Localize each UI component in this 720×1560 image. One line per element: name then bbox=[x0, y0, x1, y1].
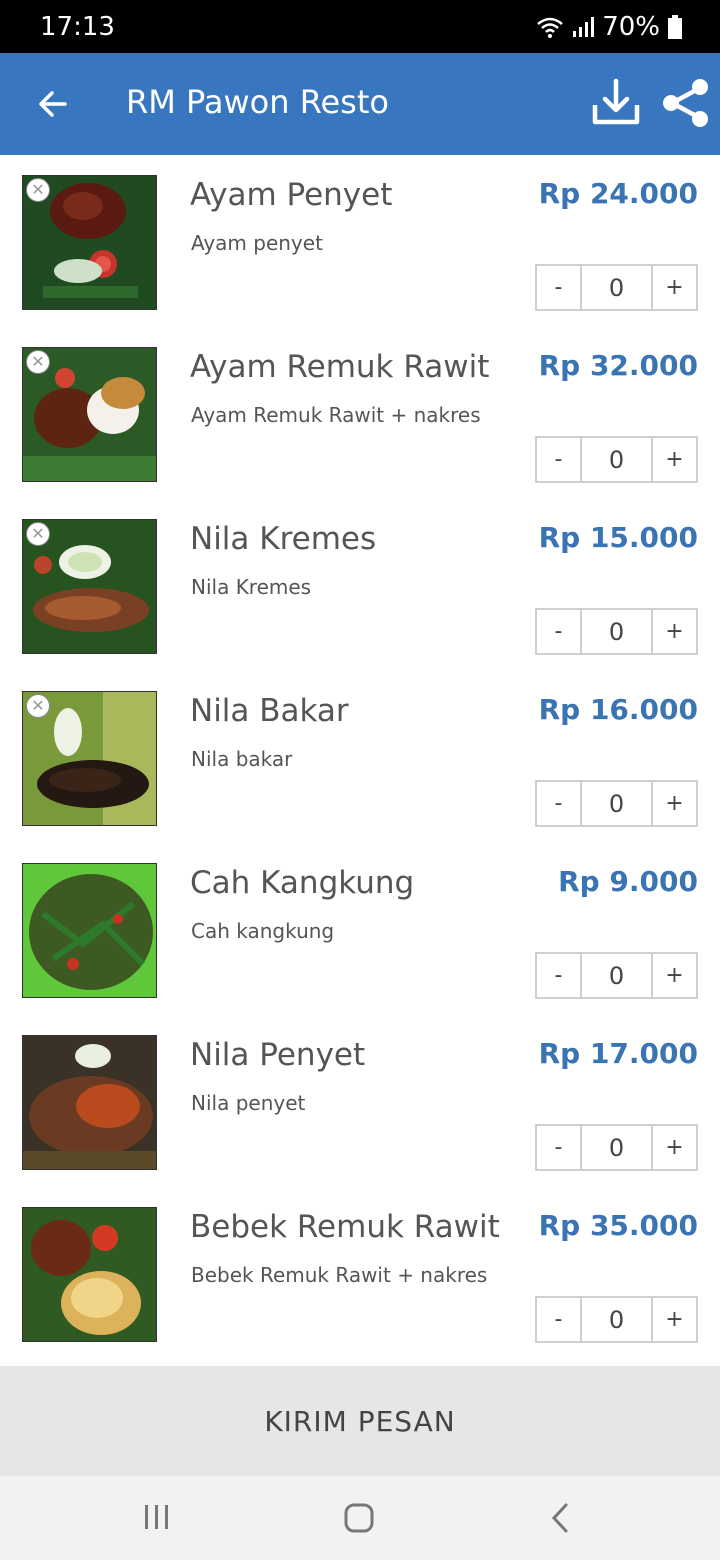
decrement-button[interactable]: - bbox=[535, 608, 582, 655]
home-button[interactable] bbox=[343, 1502, 375, 1538]
quantity-value[interactable]: 0 bbox=[582, 1296, 651, 1343]
item-description: Nila penyet bbox=[191, 1091, 306, 1115]
app-bar: RM Pawon Resto bbox=[0, 53, 720, 155]
quantity-stepper: - 0 + bbox=[535, 780, 698, 827]
item-price: Rp 32.000 bbox=[538, 349, 698, 382]
download-icon bbox=[592, 78, 640, 125]
quantity-value[interactable]: 0 bbox=[582, 1124, 651, 1171]
menu-item: ✕ Nila Bakar Nila bakar Rp 16.000 - 0 + bbox=[0, 671, 720, 843]
quantity-stepper: - 0 + bbox=[535, 1124, 698, 1171]
quantity-stepper: - 0 + bbox=[535, 264, 698, 311]
increment-button[interactable]: + bbox=[651, 1124, 698, 1171]
menu-item: ✕ Ayam Penyet Ayam penyet Rp 24.000 - 0 … bbox=[0, 155, 720, 327]
item-price: Rp 16.000 bbox=[538, 693, 698, 726]
increment-button[interactable]: + bbox=[651, 1296, 698, 1343]
page-title: RM Pawon Resto bbox=[126, 83, 389, 121]
chevron-left-icon bbox=[551, 1503, 568, 1533]
battery-percent: 70% bbox=[602, 12, 660, 42]
share-button[interactable] bbox=[658, 75, 714, 131]
item-description: Cah kangkung bbox=[191, 919, 335, 943]
menu-item: ✕ Ayam Remuk Rawit Ayam Remuk Rawit + na… bbox=[0, 327, 720, 499]
share-icon bbox=[663, 79, 708, 127]
item-name: Bebek Remuk Rawit bbox=[190, 1209, 500, 1245]
item-price: Rp 24.000 bbox=[538, 177, 698, 210]
item-name: Nila Bakar bbox=[190, 693, 349, 729]
quantity-stepper: - 0 + bbox=[535, 608, 698, 655]
system-back-button[interactable] bbox=[548, 1502, 574, 1538]
item-name: Nila Kremes bbox=[190, 521, 377, 557]
decrement-button[interactable]: - bbox=[535, 780, 582, 827]
status-time: 17:13 bbox=[40, 12, 115, 42]
decrement-button[interactable]: - bbox=[535, 264, 582, 311]
increment-button[interactable]: + bbox=[651, 264, 698, 311]
decrement-button[interactable]: - bbox=[535, 1124, 582, 1171]
quantity-value[interactable]: 0 bbox=[582, 436, 651, 483]
item-description: Bebek Remuk Rawit + nakres bbox=[191, 1263, 488, 1287]
food-image bbox=[22, 1207, 157, 1342]
item-description: Ayam penyet bbox=[191, 231, 323, 255]
download-button[interactable] bbox=[588, 75, 644, 131]
close-icon[interactable]: ✕ bbox=[26, 694, 50, 718]
menu-item: Bebek Remuk Rawit Bebek Remuk Rawit + na… bbox=[0, 1187, 720, 1359]
item-price: Rp 15.000 bbox=[538, 521, 698, 554]
signal-icon bbox=[573, 17, 595, 37]
item-description: Nila Kremes bbox=[191, 575, 312, 599]
increment-button[interactable]: + bbox=[651, 608, 698, 655]
item-name: Cah Kangkung bbox=[190, 865, 415, 901]
battery-icon bbox=[668, 15, 682, 39]
item-price: Rp 35.000 bbox=[538, 1209, 698, 1242]
food-image bbox=[22, 1035, 157, 1170]
close-icon[interactable]: ✕ bbox=[26, 522, 50, 546]
menu-item: Cah Kangkung Cah kangkung Rp 9.000 - 0 + bbox=[0, 843, 720, 1015]
recent-apps-button[interactable] bbox=[142, 1502, 172, 1536]
status-indicators: 70% bbox=[536, 12, 682, 42]
item-name: Ayam Remuk Rawit bbox=[190, 349, 490, 385]
close-icon[interactable]: ✕ bbox=[26, 350, 50, 374]
system-nav-bar bbox=[0, 1476, 720, 1560]
wifi-icon bbox=[537, 17, 564, 38]
close-icon[interactable]: ✕ bbox=[26, 178, 50, 202]
status-bar: 17:13 70% bbox=[0, 0, 720, 53]
recent-apps-icon bbox=[145, 1505, 168, 1529]
quantity-value[interactable]: 0 bbox=[582, 264, 651, 311]
menu-item: ✕ Nila Kremes Nila Kremes Rp 15.000 - 0 … bbox=[0, 499, 720, 671]
quantity-value[interactable]: 0 bbox=[582, 780, 651, 827]
arrow-left-icon bbox=[39, 91, 67, 117]
quantity-stepper: - 0 + bbox=[535, 436, 698, 483]
item-price: Rp 17.000 bbox=[538, 1037, 698, 1070]
menu-item: Nila Penyet Nila penyet Rp 17.000 - 0 + bbox=[0, 1015, 720, 1187]
increment-button[interactable]: + bbox=[651, 780, 698, 827]
item-description: Ayam Remuk Rawit + nakres bbox=[191, 403, 481, 427]
food-image bbox=[22, 863, 157, 998]
home-icon bbox=[344, 1503, 374, 1533]
decrement-button[interactable]: - bbox=[535, 952, 582, 999]
back-button[interactable] bbox=[26, 77, 80, 131]
item-name: Nila Penyet bbox=[190, 1037, 366, 1073]
item-price: Rp 9.000 bbox=[558, 865, 698, 898]
quantity-value[interactable]: 0 bbox=[582, 952, 651, 999]
item-description: Nila bakar bbox=[191, 747, 293, 771]
decrement-button[interactable]: - bbox=[535, 436, 582, 483]
quantity-stepper: - 0 + bbox=[535, 1296, 698, 1343]
send-order-button[interactable]: KIRIM PESAN bbox=[0, 1366, 720, 1476]
item-name: Ayam Penyet bbox=[190, 177, 393, 213]
menu-list: ✕ Ayam Penyet Ayam penyet Rp 24.000 - 0 … bbox=[0, 155, 720, 1359]
quantity-value[interactable]: 0 bbox=[582, 608, 651, 655]
quantity-stepper: - 0 + bbox=[535, 952, 698, 999]
increment-button[interactable]: + bbox=[651, 952, 698, 999]
increment-button[interactable]: + bbox=[651, 436, 698, 483]
decrement-button[interactable]: - bbox=[535, 1296, 582, 1343]
